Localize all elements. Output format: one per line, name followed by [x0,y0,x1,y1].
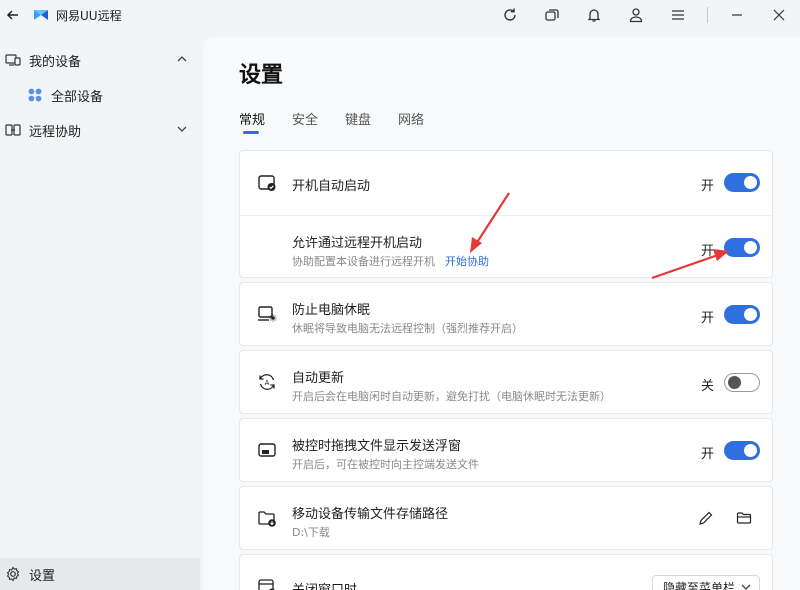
devices-icon [5,52,21,68]
chevron-down-icon [177,126,187,132]
tab-security[interactable]: 安全 [292,109,318,135]
grid-dots-icon [27,87,43,103]
sidebar-item-all-devices[interactable]: 全部设备 [0,79,203,111]
sidebar-item-label: 全部设备 [51,89,104,105]
svg-text:A: A [265,379,270,387]
monitor-check-icon [256,172,278,194]
sidebar-item-settings[interactable]: 设置 [0,558,200,590]
setting-title: 开机自动启动 [292,179,371,194]
setting-desc: 开启后，可在被控时向主控端发送文件 [292,458,479,471]
setting-desc: 协助配置本设备进行远程开机 开始协助 [292,255,489,268]
folder-download-icon [256,507,278,529]
settings-card-startup: 开机自动启动 开 允许通过远程开机启动 协助配置本设备进行远程开机 开始协助 开 [239,150,773,278]
setting-title: 移动设备传输文件存储路径 [292,507,449,522]
setting-desc: 休眠将导致电脑无法远程控制（强烈推荐开启） [292,322,523,335]
setting-row-prevent-sleep: 防止电脑休眠 休眠将导致电脑无法远程控制（强烈推荐开启） 开 [240,283,772,345]
multi-window-button[interactable] [531,0,573,30]
setting-row-auto-update: A 自动更新 开启后会在电脑闲时自动更新，避免打扰（电脑休眠时无法更新） 关 [240,351,772,413]
setting-row-auto-start: 开机自动启动 开 [240,151,772,215]
close-icon [773,9,785,21]
auto-update-toggle[interactable] [724,373,760,392]
settings-card-auto-update: A 自动更新 开启后会在电脑闲时自动更新，避免打扰（电脑休眠时无法更新） 关 [239,350,773,414]
hamburger-icon [672,10,684,20]
setting-row-mobile-path: 移动设备传输文件存储路径 D:\下载 [240,487,772,549]
back-button[interactable] [2,4,24,26]
bell-icon [587,9,601,22]
sidebar-item-label: 我的设备 [29,54,82,70]
settings-tabs: 常规 安全 键盘 网络 [239,109,451,135]
setting-desc: 开启后会在电脑闲时自动更新，避免打扰（电脑休眠时无法更新） [292,390,611,403]
settings-card-float-window: 被控时拖拽文件显示发送浮窗 开启后，可在被控时向主控端发送文件 开 [239,418,773,482]
auto-start-toggle[interactable] [724,173,760,192]
window-gear-icon [256,576,278,590]
settings-card-close-window: 关闭窗口时 隐藏至菜单栏 [239,554,773,590]
refresh-button[interactable] [489,0,531,30]
remote-assist-icon [5,122,21,138]
setting-path-value: D:\下载 [292,526,330,539]
app-logo-icon [34,10,48,20]
page-title: 设置 [239,63,284,88]
notification-button[interactable] [573,0,615,30]
toggle-state-label: 开 [700,179,714,194]
settings-card-prevent-sleep: 防止电脑休眠 休眠将导致电脑无法远程控制（强烈推荐开启） 开 [239,282,773,346]
settings-panel: 设置 常规 安全 键盘 网络 开机自动启动 开 允许通过远程开机启动 协助配置本… [203,37,800,590]
user-button[interactable] [615,0,657,30]
setting-title: 自动更新 [292,371,345,386]
sidebar-item-label: 设置 [29,568,56,584]
title-bar: 网易UU远程 [0,0,800,30]
toggle-state-label: 开 [700,447,714,462]
setting-row-close-window: 关闭窗口时 隐藏至菜单栏 [240,555,772,590]
start-assist-link[interactable]: 开始协助 [445,255,489,268]
select-value: 隐藏至菜单栏 [663,580,736,590]
sidebar-item-remote-assist[interactable]: 远程协助 [0,114,203,146]
setting-title: 关闭窗口时 [292,579,357,590]
toggle-state-label: 开 [700,244,714,259]
menu-button[interactable] [657,0,699,30]
tab-general[interactable]: 常规 [239,109,265,135]
settings-card-mobile-path: 移动设备传输文件存储路径 D:\下载 [239,486,773,550]
pencil-icon [699,511,713,525]
toggle-state-label: 开 [700,311,714,326]
minimize-button[interactable] [716,0,758,30]
sidebar-item-label: 远程协助 [29,124,82,140]
windows-icon [545,9,559,21]
prevent-sleep-toggle[interactable] [724,305,760,324]
setting-title: 允许通过远程开机启动 [292,236,423,251]
toggle-state-label: 关 [700,379,714,394]
setting-row-float-window: 被控时拖拽文件显示发送浮窗 开启后，可在被控时向主控端发送文件 开 [240,419,772,481]
setting-title: 被控时拖拽文件显示发送浮窗 [292,439,462,454]
window-title: 网易UU远程 [56,8,122,23]
sidebar-item-my-devices[interactable]: 我的设备 [0,44,203,76]
open-folder-button[interactable] [734,508,754,528]
float-window-toggle[interactable] [724,441,760,460]
remote-boot-toggle[interactable] [724,238,760,257]
auto-update-icon: A [256,371,278,393]
gear-icon [5,566,21,582]
minimize-icon [732,14,742,16]
sidebar: 我的设备 全部设备 远程协助 设置 [0,30,203,590]
arrow-left-icon [6,10,18,20]
float-window-icon [256,439,278,461]
close-button[interactable] [758,0,800,30]
chevron-up-icon [177,56,187,62]
chevron-down-icon [741,584,751,590]
edit-path-button[interactable] [696,508,716,528]
monitor-sun-icon [256,303,278,325]
setting-title: 防止电脑休眠 [292,303,371,318]
refresh-icon [504,8,516,21]
tab-keyboard[interactable]: 键盘 [345,109,371,135]
folder-icon [736,512,752,524]
user-icon [629,8,643,23]
titlebar-divider [707,7,708,23]
setting-row-remote-boot: 允许通过远程开机启动 协助配置本设备进行远程开机 开始协助 开 [240,215,772,278]
close-window-select[interactable]: 隐藏至菜单栏 [652,575,760,590]
tab-network[interactable]: 网络 [398,109,424,135]
